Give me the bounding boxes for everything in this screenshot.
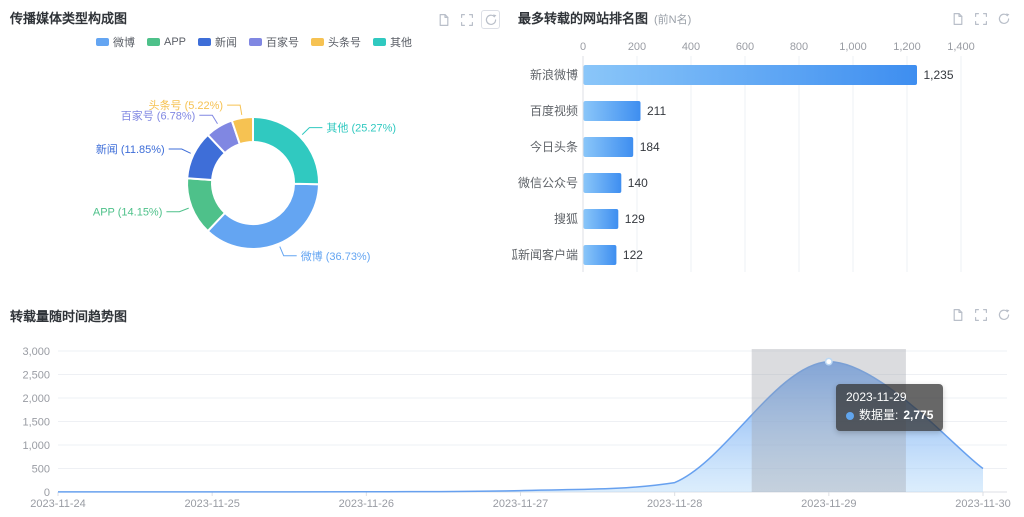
bar-0[interactable] [584,65,918,85]
pie-label-line [199,115,217,124]
bar-axis-tick-label: 0 [580,41,586,53]
trend-ytick-label: 2,000 [22,393,50,405]
pie-label: APP (14.15%) [93,207,163,219]
bar-axis-tick-label: 1,000 [839,41,867,53]
trend-xtick-label: 2023-11-29 [801,498,856,510]
pie-label: 微博 (36.73%) [301,249,371,263]
trend-panel: 转载量随时间趋势图 05001,0001,5002,0002,5003,0002… [0,296,1024,517]
trend-xtick-label: 2023-11-25 [184,498,239,510]
bar-axis-tick-label: 1,400 [947,41,975,53]
pie-label: 其他 (25.27%) [326,122,396,135]
series-dot-icon [846,412,854,420]
trend-ytick-label: 1,000 [22,440,50,452]
media-type-panel: 传播媒体类型构成图 微博APP新闻百家号头条号其他 微博 (36.73%)APP… [0,0,508,296]
bar-axis-tick-label: 1,200 [893,41,921,53]
pie-label-line [227,105,242,115]
bar-4[interactable] [584,209,619,229]
pie-label-line [280,247,297,256]
bar-axis-tick-label: 400 [682,41,700,53]
bar-1[interactable] [584,101,641,121]
site-ranking-bar-chart: 0 200 400 600 800 1,000 1,200 1,400 新浪微博 1,235 百度视… [512,0,1024,296]
bar-value-label: 122 [623,248,643,262]
trend-ytick-label: 1,500 [22,417,50,429]
pie-label: 新闻 (11.85%) [96,142,165,156]
trend-ytick-label: 500 [32,464,50,476]
bar-axis-tick-label: 800 [790,41,808,53]
pie-slice-0[interactable] [208,184,319,249]
bar-value-label: 211 [647,104,666,118]
pie-label-line [169,149,191,153]
bar-axis-tick-label: 600 [736,41,754,53]
pie-label: 头条号 (5.22%) [149,98,224,112]
trend-xtick-label: 2023-11-26 [339,498,394,510]
bar-value-label: 140 [628,176,648,190]
bar-axis-tick-label: 200 [628,41,646,53]
trend-xtick-label: 2023-11-24 [30,498,85,510]
bar-value-label: 1,235 [924,68,954,82]
bar-category-label: 新浪微博 [530,67,578,82]
bar-category-label: 百度视频 [530,103,578,118]
bar-2[interactable] [584,137,634,157]
trend-xtick-label: 2023-11-30 [955,498,1010,510]
bar-category-label: 搜狐新闻客户端 [512,247,578,262]
bar-value-label: 184 [640,140,660,154]
bar-value-label: 129 [625,212,645,226]
site-ranking-panel: 最多转载的网站排名图(前N名) 02004006008001,0001,2001… [512,0,1024,296]
pie-label-line [166,208,188,212]
tooltip-series-label: 数据量: [859,407,898,424]
bar-3[interactable] [584,173,622,193]
trend-tooltip: 2023-11-29 数据量: 2,775 [836,384,943,431]
trend-xtick-label: 2023-11-27 [493,498,548,510]
bar-category-label: 今日头条 [530,139,578,154]
pie-slice-5[interactable] [253,117,319,184]
pie-label-line [302,128,322,135]
dashboard: 传播媒体类型构成图 微博APP新闻百家号头条号其他 微博 (36.73%)APP… [0,0,1024,517]
bar-category-label: 微信公众号 [518,176,578,190]
hovered-point-marker [826,358,832,364]
bar-category-label: 搜狐 [554,211,578,226]
tooltip-value: 2,775 [903,407,933,424]
trend-xtick-label: 2023-11-28 [647,498,702,510]
tooltip-date: 2023-11-29 [846,389,933,406]
media-type-donut-chart: 微博 (36.73%)APP (14.15%)新闻 (11.85%)百家号 (6… [0,0,508,296]
trend-ytick-label: 2,500 [22,370,50,382]
trend-ytick-label: 3,000 [22,346,50,358]
bar-5[interactable] [584,245,617,265]
